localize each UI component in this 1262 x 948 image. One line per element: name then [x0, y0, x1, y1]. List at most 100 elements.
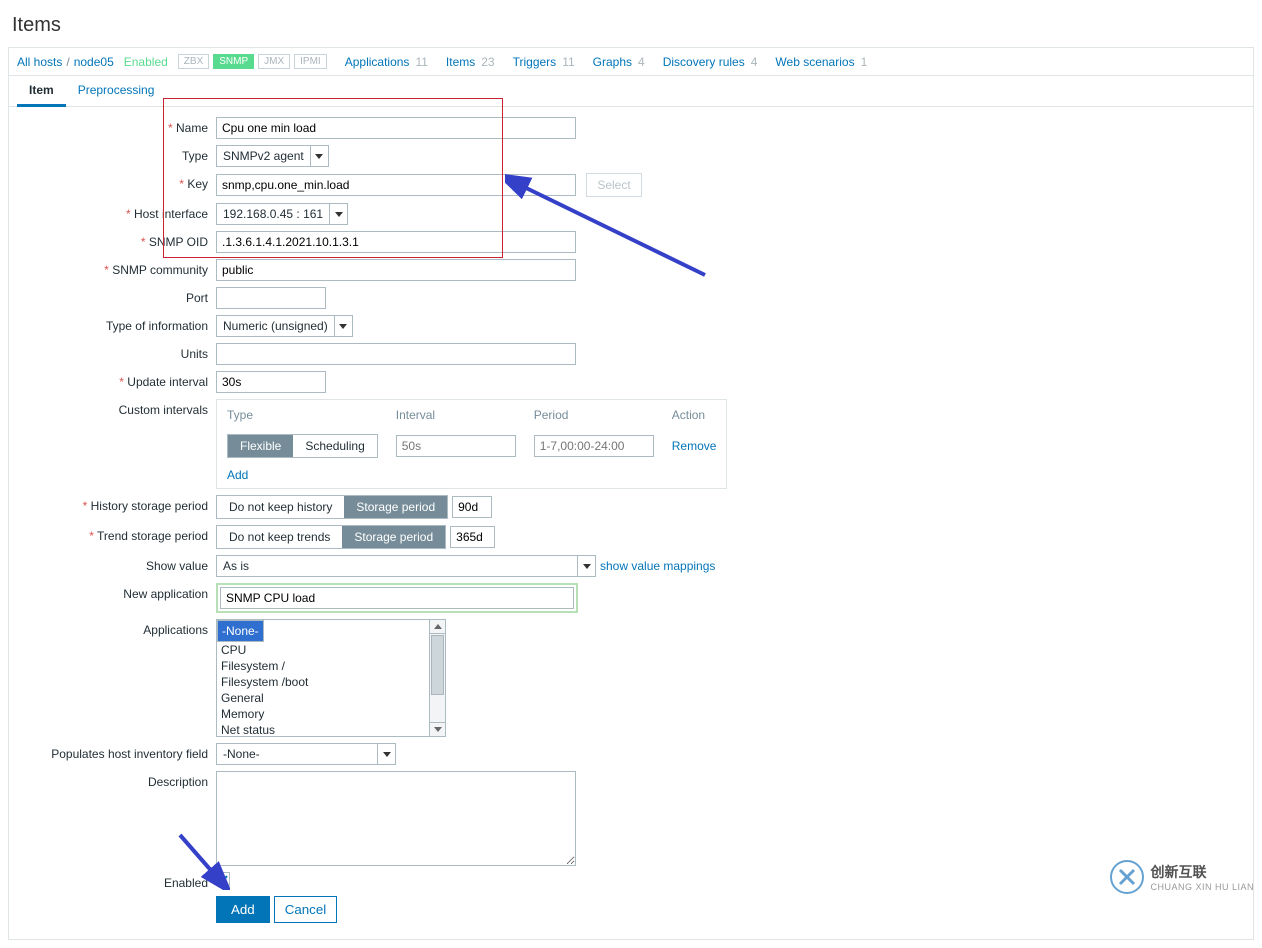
- tag-snmp: SNMP: [213, 54, 254, 69]
- tag-ipmi: IPMI: [294, 54, 327, 69]
- label-key: * Key: [9, 173, 216, 191]
- nav-web[interactable]: Web scenarios: [775, 55, 854, 69]
- intervals-header-action: Action: [664, 402, 725, 428]
- label-description: Description: [9, 771, 216, 789]
- label-snmp-community: * SNMP community: [9, 259, 216, 277]
- application-option[interactable]: General: [217, 690, 429, 706]
- history-storage-period[interactable]: Storage period: [344, 496, 447, 518]
- label-applications: Applications: [9, 619, 216, 637]
- populates-select[interactable]: -None-: [216, 743, 396, 765]
- label-history-storage: * History storage period: [9, 495, 216, 513]
- host-nav: All hosts / node05 Enabled ZBX SNMP JMX …: [8, 47, 1254, 76]
- interval-remove-link[interactable]: Remove: [672, 439, 717, 453]
- interval-value-input[interactable]: [396, 435, 516, 457]
- nav-applications-count: 11: [415, 55, 427, 69]
- application-option[interactable]: Filesystem /boot: [217, 674, 429, 690]
- watermark-text-cn: 创新互联: [1150, 862, 1254, 882]
- scroll-down-icon[interactable]: [430, 722, 445, 736]
- tag-jmx: JMX: [258, 54, 290, 69]
- label-units: Units: [9, 343, 216, 361]
- trend-segment: Do not keep trends Storage period: [216, 525, 446, 549]
- key-input[interactable]: [216, 174, 576, 196]
- segment-flexible[interactable]: Flexible: [228, 435, 293, 457]
- label-type: Type: [9, 145, 216, 163]
- custom-intervals-table: Type Interval Period Action Flexible Sch…: [216, 399, 727, 489]
- label-custom-intervals: Custom intervals: [9, 399, 216, 417]
- add-button[interactable]: Add: [216, 896, 270, 923]
- application-option[interactable]: Net status: [217, 722, 429, 736]
- nav-graphs-count: 4: [638, 55, 645, 69]
- name-input[interactable]: [216, 117, 576, 139]
- interval-period-input[interactable]: [534, 435, 654, 457]
- chevron-down-icon: [310, 146, 328, 166]
- watermark: 创新互联 CHUANG XIN HU LIAN: [1110, 860, 1254, 894]
- host-status-enabled: Enabled: [124, 55, 168, 69]
- history-no-keep[interactable]: Do not keep history: [217, 496, 344, 518]
- description-textarea[interactable]: [216, 771, 576, 866]
- show-value-mappings-link[interactable]: show value mappings: [600, 559, 715, 573]
- host-interface-select[interactable]: 192.168.0.45 : 161: [216, 203, 348, 225]
- breadcrumb-sep: /: [66, 55, 69, 69]
- label-snmp-oid: * SNMP OID: [9, 231, 216, 249]
- enabled-checkbox[interactable]: [216, 872, 230, 886]
- nav-web-count: 1: [861, 55, 868, 69]
- label-name: * Name: [9, 117, 216, 135]
- applications-listbox[interactable]: -None-CPUFilesystem /Filesystem /bootGen…: [216, 619, 446, 737]
- nav-items[interactable]: Items: [446, 55, 475, 69]
- application-option[interactable]: CPU: [217, 642, 429, 658]
- watermark-text-en: CHUANG XIN HU LIAN: [1150, 882, 1254, 892]
- history-segment: Do not keep history Storage period: [216, 495, 448, 519]
- label-port: Port: [9, 287, 216, 305]
- chevron-down-icon: [329, 204, 347, 224]
- history-value-input[interactable]: [452, 496, 492, 518]
- label-host-interface: * Host interface: [9, 203, 216, 221]
- page-title: Items: [12, 14, 1250, 37]
- nav-triggers[interactable]: Triggers: [513, 55, 557, 69]
- scroll-thumb[interactable]: [431, 635, 444, 695]
- intervals-header-period: Period: [526, 402, 662, 428]
- nav-items-count: 23: [481, 55, 494, 69]
- port-input[interactable]: [216, 287, 326, 309]
- interval-add-link[interactable]: Add: [227, 468, 248, 482]
- breadcrumb-host[interactable]: node05: [74, 55, 114, 69]
- intervals-header-interval: Interval: [388, 402, 524, 428]
- cancel-button[interactable]: Cancel: [274, 896, 338, 923]
- chevron-down-icon: [377, 744, 395, 764]
- trend-no-keep[interactable]: Do not keep trends: [217, 526, 342, 548]
- label-populates: Populates host inventory field: [9, 743, 216, 761]
- label-update-interval: * Update interval: [9, 371, 216, 389]
- trend-value-input[interactable]: [450, 526, 495, 548]
- label-trend-storage: * Trend storage period: [9, 525, 216, 543]
- tab-preprocessing[interactable]: Preprocessing: [66, 76, 167, 106]
- watermark-logo-icon: [1110, 860, 1144, 894]
- snmp-community-input[interactable]: [216, 259, 576, 281]
- breadcrumb-all-hosts[interactable]: All hosts: [17, 55, 62, 69]
- form-tabs: Item Preprocessing: [9, 76, 1253, 107]
- label-show-value: Show value: [9, 555, 216, 573]
- application-option[interactable]: -None-: [217, 620, 264, 642]
- update-interval-input[interactable]: [216, 371, 326, 393]
- scrollbar[interactable]: [429, 620, 445, 736]
- type-of-info-select[interactable]: Numeric (unsigned): [216, 315, 353, 337]
- show-value-select[interactable]: As is: [216, 555, 596, 577]
- nav-applications[interactable]: Applications: [345, 55, 410, 69]
- segment-scheduling[interactable]: Scheduling: [293, 435, 376, 457]
- chevron-down-icon: [577, 556, 595, 576]
- tag-zbx: ZBX: [178, 54, 209, 69]
- select-button: Select: [586, 173, 642, 197]
- units-input[interactable]: [216, 343, 576, 365]
- snmp-oid-input[interactable]: [216, 231, 576, 253]
- nav-discovery[interactable]: Discovery rules: [663, 55, 745, 69]
- trend-storage-period[interactable]: Storage period: [342, 526, 445, 548]
- new-application-input[interactable]: [220, 587, 574, 609]
- chevron-down-icon: [334, 316, 352, 336]
- tab-item[interactable]: Item: [17, 76, 66, 107]
- nav-discovery-count: 4: [751, 55, 758, 69]
- scroll-up-icon[interactable]: [430, 620, 445, 634]
- type-select[interactable]: SNMPv2 agent: [216, 145, 329, 167]
- nav-graphs[interactable]: Graphs: [593, 55, 632, 69]
- label-type-of-info: Type of information: [9, 315, 216, 333]
- application-option[interactable]: Filesystem /: [217, 658, 429, 674]
- intervals-header-type: Type: [219, 402, 386, 428]
- application-option[interactable]: Memory: [217, 706, 429, 722]
